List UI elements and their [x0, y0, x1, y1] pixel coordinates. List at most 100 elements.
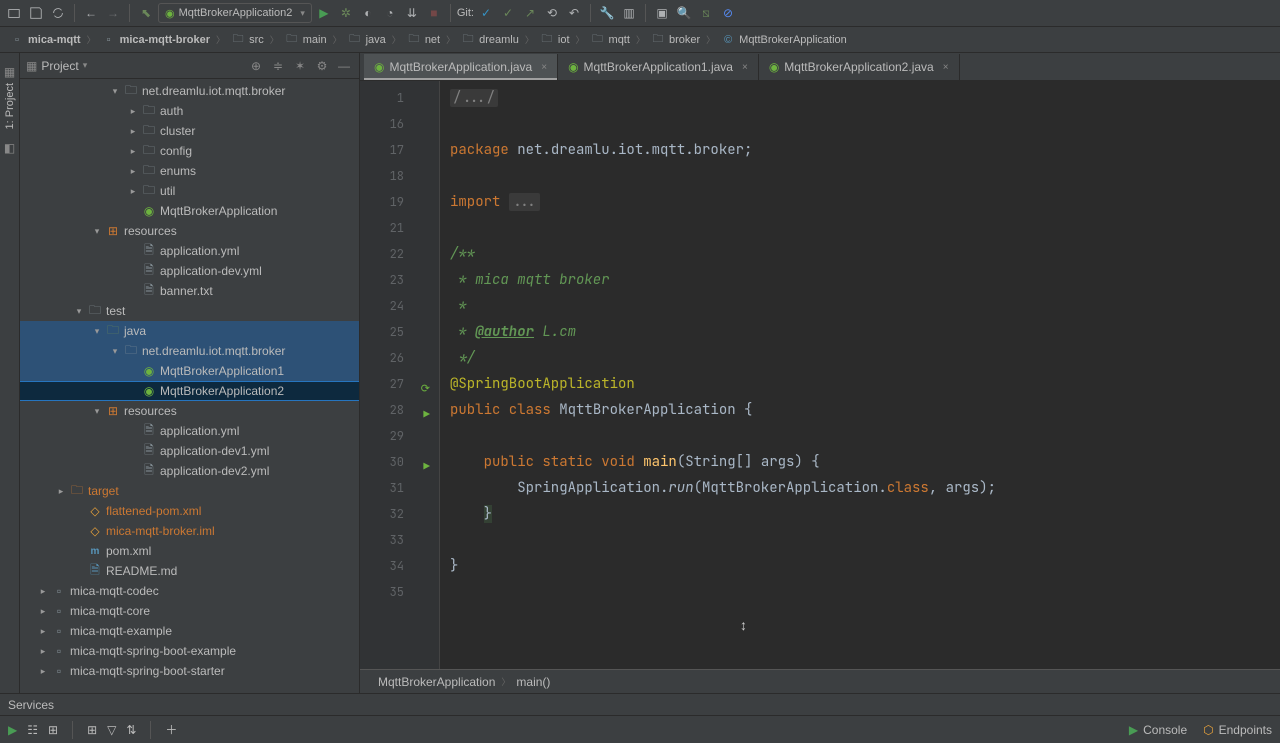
tree-node[interactable]: ▸▫mica-mqtt-example — [20, 621, 359, 641]
services-bar[interactable]: Services — [0, 693, 1280, 715]
editor-tab[interactable]: ◉MqttBrokerApplication.java× — [364, 54, 558, 80]
terminal-icon[interactable]: ▣ — [652, 3, 672, 23]
save-icon[interactable] — [26, 3, 46, 23]
code-line[interactable]: /** — [450, 241, 1280, 267]
code-line[interactable]: /.../ — [450, 85, 1280, 111]
run-config-select[interactable]: ◉ MqttBrokerApplication2 — [158, 3, 312, 23]
tree-node[interactable]: 🗎README.md — [20, 561, 359, 581]
hide-sidebar-icon[interactable]: — — [335, 57, 353, 75]
editor-crumb-item[interactable]: MqttBrokerApplication — [378, 675, 495, 689]
code-line[interactable]: } — [450, 553, 1280, 579]
tree-node[interactable]: 🗎application-dev.yml — [20, 261, 359, 281]
project-tree[interactable]: ▾🗀net.dreamlu.iot.mqtt.broker▸🗀auth▸🗀clu… — [20, 79, 359, 693]
code-line[interactable] — [450, 423, 1280, 449]
git-history-icon[interactable]: ⟲ — [542, 3, 562, 23]
git-update-icon[interactable]: ✓ — [476, 3, 496, 23]
editor-tab[interactable]: ◉MqttBrokerApplication2.java× — [759, 54, 960, 80]
settings-icon[interactable]: 🔧 — [597, 3, 617, 23]
back-icon[interactable]: ← — [81, 3, 101, 23]
code-line[interactable]: public class MqttBrokerApplication { — [450, 397, 1280, 423]
tree-node[interactable]: ▸▫mica-mqtt-spring-boot-example — [20, 641, 359, 661]
filter-icon[interactable]: ▽ — [107, 723, 116, 737]
tree-node[interactable]: ▸🗀config — [20, 141, 359, 161]
gutter-run-icon[interactable]: ▶ — [423, 454, 430, 480]
attach-icon[interactable]: ⇊ — [402, 3, 422, 23]
code-line[interactable]: */ — [450, 345, 1280, 371]
run-button[interactable]: ▶ — [8, 723, 17, 737]
code-line[interactable] — [450, 215, 1280, 241]
gutter-run-icon[interactable]: ⟳ — [421, 376, 430, 402]
stop2-icon[interactable]: ⊘ — [718, 3, 738, 23]
close-icon[interactable]: × — [742, 62, 748, 73]
git-revert-icon[interactable]: ↶ — [564, 3, 584, 23]
tree-node[interactable]: ▸▫mica-mqtt-spring-boot-starter — [20, 661, 359, 681]
code-line[interactable]: SpringApplication.run(MqttBrokerApplicat… — [450, 475, 1280, 501]
tree-node[interactable]: ▸🗀auth — [20, 101, 359, 121]
breadcrumb-item[interactable]: 🗀net — [403, 32, 444, 48]
code-line[interactable]: * mica mqtt broker — [450, 267, 1280, 293]
tree-node[interactable]: ▸🗀cluster — [20, 121, 359, 141]
close-icon[interactable]: × — [943, 62, 949, 73]
debug-icon[interactable]: ✲ — [336, 3, 356, 23]
breadcrumb-item[interactable]: 🗀dreamlu — [457, 32, 523, 48]
code-line[interactable]: import ... — [450, 189, 1280, 215]
tree-node[interactable]: ◉MqttBrokerApplication2 — [20, 381, 359, 401]
code-line[interactable]: } — [450, 501, 1280, 527]
breadcrumb-item[interactable]: ▫mica-mqtt-broker — [98, 32, 214, 48]
select-opened-icon[interactable]: ⊕ — [247, 57, 265, 75]
tree-node[interactable]: ▸🗀enums — [20, 161, 359, 181]
tree-node[interactable]: ◇mica-mqtt-broker.iml — [20, 521, 359, 541]
expand-all-icon[interactable]: ≑ — [269, 57, 287, 75]
tree-node[interactable]: ▾⊞resources — [20, 221, 359, 241]
tree-node[interactable]: 🗎application.yml — [20, 421, 359, 441]
stop-icon[interactable]: ■ — [424, 3, 444, 23]
sidebar-settings-icon[interactable]: ⚙ — [313, 57, 331, 75]
chart-icon[interactable]: ⧅ — [696, 3, 716, 23]
close-icon[interactable]: × — [541, 62, 547, 73]
structure-icon[interactable]: ▥ — [619, 3, 639, 23]
gutter-run-icon[interactable]: ▶ — [423, 402, 430, 428]
bookmark-icon[interactable]: ◧ — [4, 141, 15, 155]
tree-node[interactable]: ▾🗀java — [20, 321, 359, 341]
project-tool-label[interactable]: 1: Project — [4, 83, 16, 129]
tree-node[interactable]: ▸🗀target — [20, 481, 359, 501]
tree-node[interactable]: ◉MqttBrokerApplication1 — [20, 361, 359, 381]
code-line[interactable] — [450, 527, 1280, 553]
tree-node[interactable]: ▸▫mica-mqtt-core — [20, 601, 359, 621]
code-line[interactable]: @SpringBootApplication — [450, 371, 1280, 397]
git-commit-icon[interactable]: ✓ — [498, 3, 518, 23]
grid-icon[interactable]: ⊞ — [87, 723, 97, 737]
project-tool-icon[interactable]: ▦ — [4, 65, 15, 79]
run-icon[interactable]: ▶ — [314, 3, 334, 23]
tree-node[interactable]: 🗎application-dev2.yml — [20, 461, 359, 481]
code-line[interactable] — [450, 111, 1280, 137]
tree-node[interactable]: 🗎application-dev1.yml — [20, 441, 359, 461]
forward-icon[interactable]: → — [103, 3, 123, 23]
breadcrumb-item[interactable]: ▫mica-mqtt — [6, 32, 85, 48]
code-line[interactable]: public static void main(String[] args) { — [450, 449, 1280, 475]
editor-crumb-item[interactable]: main() — [516, 675, 550, 689]
breadcrumb-item[interactable]: 🗀main — [281, 32, 331, 48]
tree-node[interactable]: ▾🗀net.dreamlu.iot.mqtt.broker — [20, 341, 359, 361]
open-icon[interactable] — [4, 3, 24, 23]
build-icon[interactable]: ⬉ — [136, 3, 156, 23]
profile-icon[interactable]: ◔ — [380, 3, 400, 23]
breadcrumb-item[interactable]: ©MqttBrokerApplication — [717, 32, 851, 48]
tree-node[interactable]: ◇flattened-pom.xml — [20, 501, 359, 521]
code-line[interactable] — [450, 579, 1280, 605]
code-line[interactable]: * — [450, 293, 1280, 319]
editor-tab[interactable]: ◉MqttBrokerApplication1.java× — [558, 54, 759, 80]
tree-node[interactable]: ▾🗀test — [20, 301, 359, 321]
tree-node[interactable]: ▸🗀util — [20, 181, 359, 201]
git-push-icon[interactable]: ↗ — [520, 3, 540, 23]
tree-view-icon[interactable]: ☷ — [27, 723, 38, 737]
collapse-all-icon[interactable]: ✶ — [291, 57, 309, 75]
tree-node[interactable]: 🗎banner.txt — [20, 281, 359, 301]
add-icon[interactable]: ＋ — [165, 721, 177, 738]
tree-node[interactable]: mpom.xml — [20, 541, 359, 561]
sync-icon[interactable] — [48, 3, 68, 23]
tree-node[interactable]: 🗎application.yml — [20, 241, 359, 261]
tool1-icon[interactable]: ⊞ — [48, 723, 58, 737]
tree-node[interactable]: ▾🗀net.dreamlu.iot.mqtt.broker — [20, 81, 359, 101]
breadcrumb-item[interactable]: 🗀java — [344, 32, 390, 48]
